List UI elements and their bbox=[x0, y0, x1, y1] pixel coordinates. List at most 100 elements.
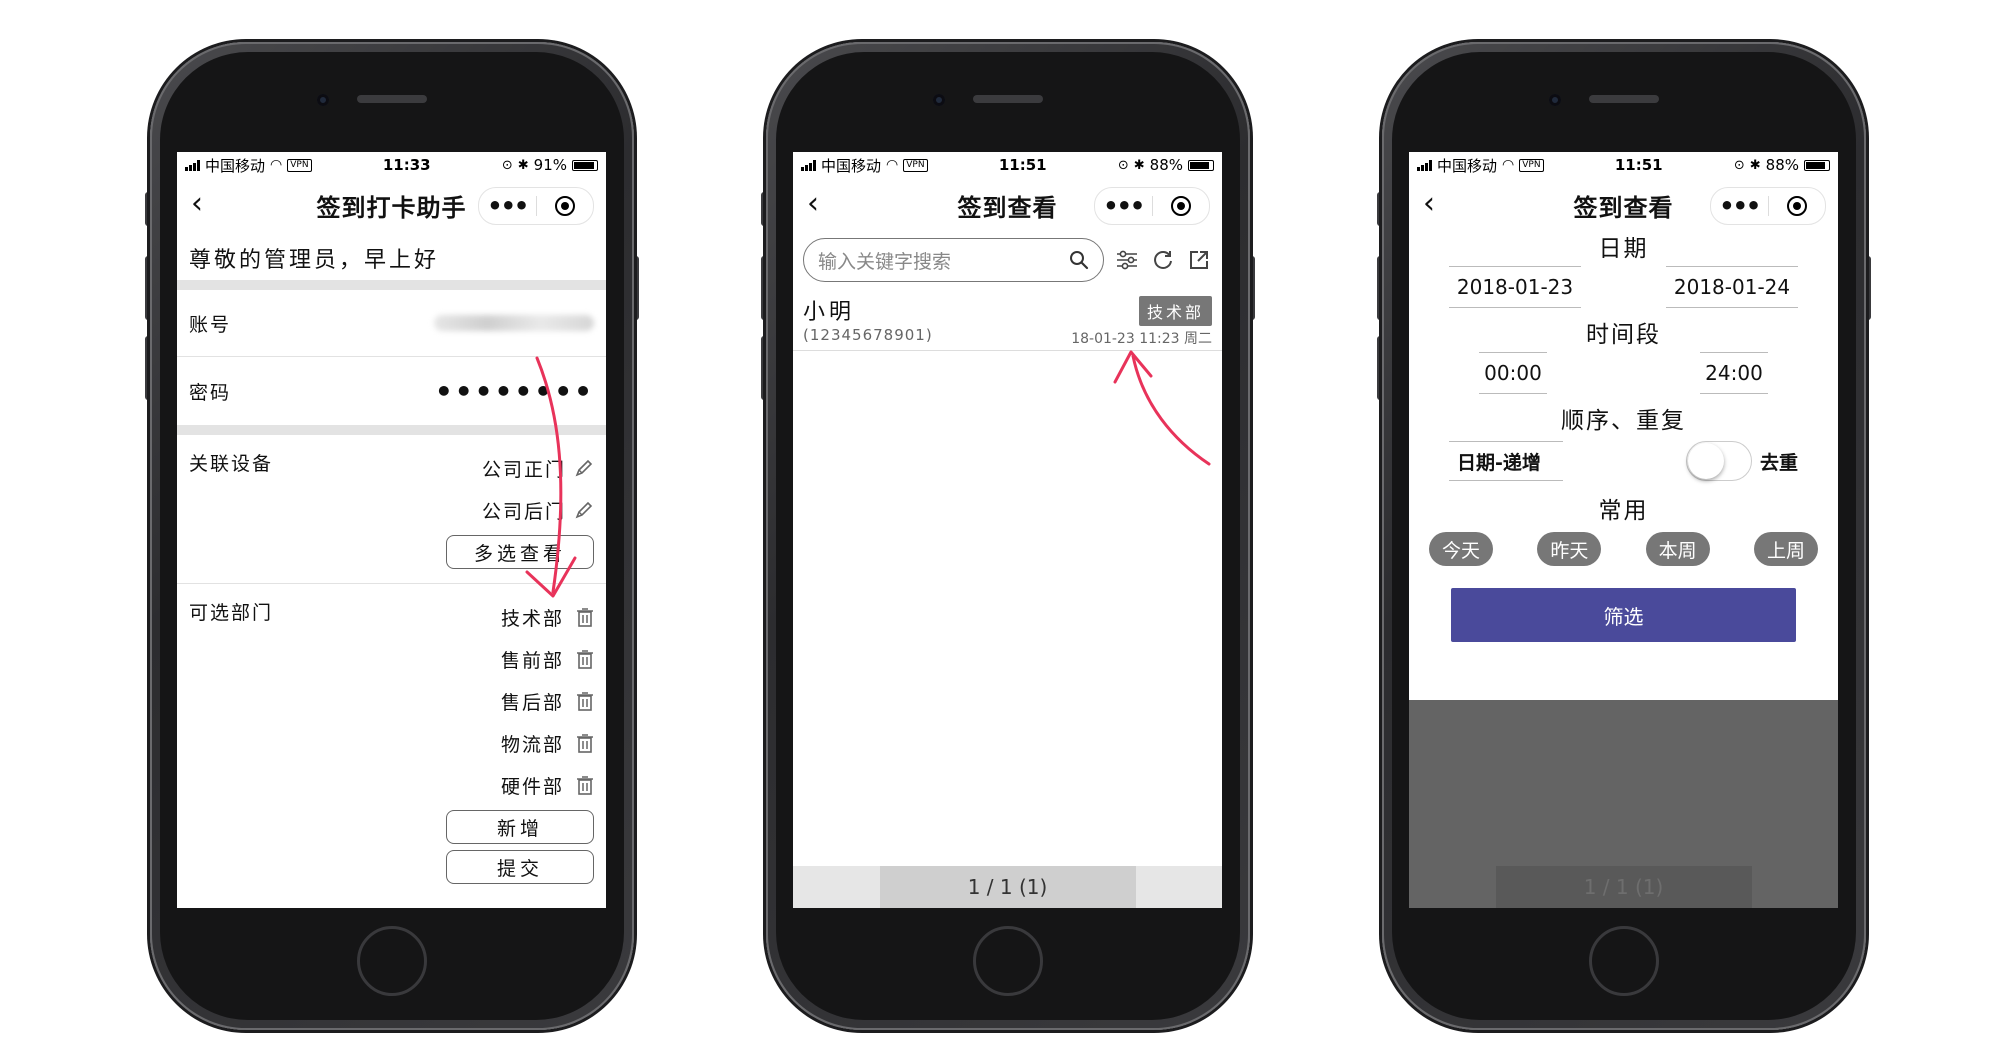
departments-section: 可选部门 技术部 售前部 售后部 物流部 硬件部 新增 提交 bbox=[177, 584, 606, 884]
close-miniprogram-button[interactable] bbox=[1153, 196, 1210, 216]
dedupe-label: 去重 bbox=[1759, 451, 1798, 474]
more-dots-icon[interactable]: ••• bbox=[1095, 194, 1152, 218]
home-button bbox=[973, 926, 1043, 996]
record-phone: (12345678901) bbox=[803, 326, 933, 344]
account-label: 账号 bbox=[189, 313, 232, 336]
trash-icon[interactable] bbox=[576, 607, 594, 627]
device-item[interactable]: 公司正门 bbox=[482, 447, 594, 489]
page-indicator: 1 / 1 (1) bbox=[1495, 866, 1752, 908]
page-title: 签到打卡助手 bbox=[316, 193, 467, 222]
filter-panel: 日期 2018-01-23 2018-01-24 时间段 00:00 24:00… bbox=[1409, 232, 1838, 642]
quick-range-this-week[interactable]: 本周 bbox=[1645, 532, 1710, 566]
refresh-icon[interactable] bbox=[1150, 247, 1176, 273]
battery-icon bbox=[1188, 159, 1214, 171]
device-item[interactable]: 公司后门 bbox=[482, 489, 594, 531]
record-name: 小明 bbox=[803, 300, 856, 325]
search-placeholder: 输入关键字搜索 bbox=[818, 250, 952, 273]
apply-filter-button[interactable]: 筛选 bbox=[1451, 588, 1796, 642]
more-dots-icon[interactable]: ••• bbox=[1711, 194, 1768, 218]
add-department-button[interactable]: 新增 bbox=[446, 810, 594, 844]
department-item: 售后部 bbox=[501, 680, 594, 722]
department-item: 硬件部 bbox=[501, 764, 594, 806]
start-date-picker[interactable]: 2018-01-23 bbox=[1449, 266, 1581, 308]
pencil-icon[interactable] bbox=[574, 500, 594, 520]
front-camera bbox=[1549, 94, 1561, 106]
password-row[interactable]: 密码 •••••••• bbox=[177, 357, 606, 425]
password-label: 密码 bbox=[189, 381, 232, 404]
phone-mockup-3: 中国移动 ◠ VPN 11:51 ⊙ ✱ 88% ‹ 签到查看 ••• 日期 2… bbox=[1377, 42, 1871, 1030]
end-time-picker[interactable]: 24:00 bbox=[1700, 352, 1768, 394]
greeting-text: 尊敬的管理员，早上好 bbox=[189, 248, 440, 273]
earpiece-speaker bbox=[973, 95, 1043, 103]
earpiece-speaker bbox=[357, 95, 427, 103]
close-miniprogram-button[interactable] bbox=[1769, 196, 1826, 216]
status-time: 11:51 bbox=[998, 156, 1047, 174]
checkin-record[interactable]: 小明 (12345678901) 技术部 18-01-23 11:23 周二 bbox=[793, 288, 1222, 351]
battery-icon bbox=[1804, 159, 1830, 171]
devices-section: 关联设备 公司正门 公司后门 多选查看 bbox=[177, 435, 606, 569]
wifi-icon: ◠ bbox=[1502, 157, 1515, 173]
page-indicator[interactable]: 1 / 1 (1) bbox=[879, 866, 1136, 908]
target-icon bbox=[554, 196, 575, 216]
miniprogram-capsule: ••• bbox=[1710, 187, 1826, 225]
quick-range-today[interactable]: 今天 bbox=[1429, 532, 1493, 566]
department-item: 售前部 bbox=[501, 638, 594, 680]
phone-mockup-2: 中国移动 ◠ VPN 11:51 ⊙ ✱ 88% ‹ 签到查看 ••• 输入关键… bbox=[761, 42, 1255, 1030]
account-row: 账号 bbox=[177, 290, 606, 357]
more-dots-icon[interactable]: ••• bbox=[479, 194, 536, 218]
close-miniprogram-button[interactable] bbox=[537, 196, 594, 216]
pencil-icon[interactable] bbox=[574, 458, 594, 478]
status-bar: 中国移动 ◠ VPN 11:51 ⊙ ✱ 88% bbox=[793, 152, 1222, 178]
filter-sliders-icon[interactable] bbox=[1114, 247, 1140, 273]
pagination-bar: 1 / 1 (1) bbox=[793, 866, 1222, 908]
time-section-title: 时间段 bbox=[1586, 322, 1661, 348]
submit-button[interactable]: 提交 bbox=[446, 850, 594, 884]
battery-icon bbox=[572, 159, 598, 171]
carrier-label: 中国移动 bbox=[205, 156, 266, 175]
export-icon[interactable] bbox=[1186, 247, 1212, 273]
trash-icon[interactable] bbox=[576, 691, 594, 711]
bluetooth-icon: ✱ bbox=[1749, 157, 1761, 173]
record-department-badge: 技术部 bbox=[1138, 296, 1212, 326]
back-icon[interactable]: ‹ bbox=[807, 189, 833, 219]
back-icon[interactable]: ‹ bbox=[191, 189, 217, 219]
quick-range-yesterday[interactable]: 昨天 bbox=[1537, 532, 1602, 566]
order-picker[interactable]: 日期-递增 bbox=[1449, 441, 1563, 481]
search-input[interactable]: 输入关键字搜索 bbox=[803, 238, 1104, 282]
screen-checkin-list: 中国移动 ◠ VPN 11:51 ⊙ ✱ 88% ‹ 签到查看 ••• 输入关键… bbox=[793, 152, 1222, 908]
status-bar: 中国移动 ◠ VPN 11:51 ⊙ ✱ 88% bbox=[1409, 152, 1838, 178]
carrier-label: 中国移动 bbox=[1437, 156, 1498, 175]
multi-view-button[interactable]: 多选查看 bbox=[446, 535, 594, 569]
department-name: 硬件部 bbox=[500, 775, 564, 798]
date-section-title: 日期 bbox=[1598, 236, 1649, 262]
dim-overlay[interactable]: 1 / 1 (1) bbox=[1409, 700, 1838, 908]
phone-mockup-1: 中国移动 ◠ VPN 11:33 ⊙ ✱ 91% ‹ 签到打卡助手 ••• 尊敬… bbox=[145, 42, 639, 1030]
trash-icon[interactable] bbox=[576, 775, 594, 795]
account-value-blurred bbox=[434, 315, 594, 331]
departments-label: 可选部门 bbox=[189, 602, 274, 624]
password-mask: •••••••• bbox=[434, 374, 594, 408]
signal-icon bbox=[801, 159, 816, 171]
department-item: 技术部 bbox=[501, 596, 594, 638]
end-date-picker[interactable]: 2018-01-24 bbox=[1666, 266, 1798, 308]
home-button bbox=[357, 926, 427, 996]
trash-icon[interactable] bbox=[576, 649, 594, 669]
signal-icon bbox=[1417, 159, 1432, 171]
dedupe-toggle[interactable] bbox=[1685, 441, 1752, 481]
start-time-picker[interactable]: 00:00 bbox=[1479, 352, 1547, 394]
home-button bbox=[1589, 926, 1659, 996]
nav-bar: ‹ 签到打卡助手 ••• bbox=[177, 178, 606, 232]
quick-range-last-week[interactable]: 上周 bbox=[1753, 532, 1818, 566]
back-icon[interactable]: ‹ bbox=[1423, 189, 1449, 219]
orientation-lock-icon: ⊙ bbox=[501, 157, 513, 173]
miniprogram-capsule: ••• bbox=[1094, 187, 1210, 225]
order-section-title: 顺序、重复 bbox=[1561, 408, 1686, 434]
search-icon[interactable] bbox=[1069, 250, 1089, 270]
status-bar: 中国移动 ◠ VPN 11:33 ⊙ ✱ 91% bbox=[177, 152, 606, 178]
front-camera bbox=[317, 94, 329, 106]
department-name: 物流部 bbox=[500, 733, 564, 756]
pagination-bar: 1 / 1 (1) bbox=[1409, 866, 1838, 908]
screen-checkin-assistant: 中国移动 ◠ VPN 11:33 ⊙ ✱ 91% ‹ 签到打卡助手 ••• 尊敬… bbox=[177, 152, 606, 908]
trash-icon[interactable] bbox=[576, 733, 594, 753]
common-section-title: 常用 bbox=[1598, 498, 1649, 524]
